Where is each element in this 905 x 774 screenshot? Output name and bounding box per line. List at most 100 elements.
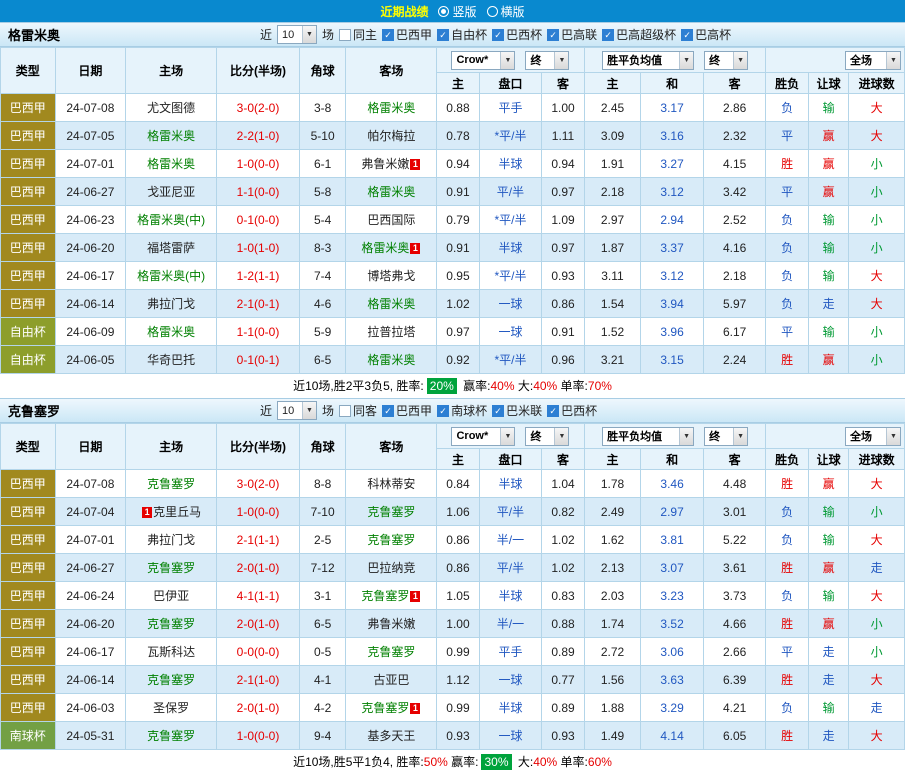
result-flag: 负 xyxy=(766,526,808,554)
layout-radio-horizontal[interactable]: 横版 xyxy=(487,3,525,20)
col-date: 日期 xyxy=(55,424,126,470)
odds-home: 0.86 xyxy=(437,526,479,554)
filters-bar: 近 10▼ 场 同主 ✓巴西甲✓自由杯✓巴西杯✓巴高联✓巴高超级杯✓巴高杯 xyxy=(260,25,731,44)
checkbox-checked-icon[interactable]: ✓ xyxy=(547,405,559,417)
chevron-down-icon: ▼ xyxy=(302,402,316,419)
team-section-cruzeiro: 克鲁塞罗 近 10▼ 场 同客 ✓巴西甲✓南球杯✓巴米联✓巴西杯 xyxy=(0,398,905,774)
match-score: 2-1(1-0) xyxy=(217,666,300,694)
match-count-select[interactable]: 10▼ xyxy=(277,401,317,420)
avg-source-select[interactable]: 胜平负均值▼ xyxy=(602,427,694,446)
corners: 3-1 xyxy=(299,582,345,610)
result-flag: 负 xyxy=(766,234,808,262)
result-flag: 胜 xyxy=(766,666,808,694)
checkbox-unchecked-icon[interactable] xyxy=(339,405,351,417)
col-avg-draw: 和 xyxy=(641,73,704,94)
league-filter[interactable]: ✓巴西甲 xyxy=(382,402,432,419)
summary-bar: 近10场,胜2平3负5, 胜率:20% 赢率:40% 大:40% 单率:70% xyxy=(0,374,905,398)
radio-unselected-icon[interactable] xyxy=(487,6,498,17)
league-filter[interactable]: ✓巴西杯 xyxy=(492,26,542,43)
radio-selected-icon[interactable] xyxy=(438,6,449,17)
match-type: 巴西甲 xyxy=(1,206,56,234)
chevron-down-icon: ▼ xyxy=(886,52,900,69)
avg-home-odds: 2.97 xyxy=(584,206,641,234)
checkbox-checked-icon[interactable]: ✓ xyxy=(382,405,394,417)
avg-draw-odds: 4.14 xyxy=(641,722,704,750)
match-type: 南球杯 xyxy=(1,722,56,750)
checkbox-checked-icon[interactable]: ✓ xyxy=(492,29,504,41)
team-name-text: 格雷米奥 xyxy=(367,101,415,115)
select-value: 胜平负均值 xyxy=(607,52,662,68)
summary-text: 大: xyxy=(515,755,534,769)
scope-select[interactable]: 全场▼ xyxy=(845,427,901,446)
away-team: 格雷米奥 xyxy=(346,94,437,122)
match-score: 0-0(0-0) xyxy=(217,638,300,666)
avg-final-select[interactable]: 终▼ xyxy=(704,51,748,70)
team-name-text: 克鲁塞罗 xyxy=(361,589,409,603)
match-count-select[interactable]: 10▼ xyxy=(277,25,317,44)
league-filter[interactable]: ✓巴高联 xyxy=(547,26,597,43)
select-value: 胜平负均值 xyxy=(607,428,662,444)
home-team: 戈亚尼亚 xyxy=(126,178,217,206)
match-type: 巴西甲 xyxy=(1,234,56,262)
match-type: 巴西甲 xyxy=(1,94,56,122)
checkbox-checked-icon[interactable]: ✓ xyxy=(437,29,449,41)
avg-source-select[interactable]: 胜平负均值▼ xyxy=(602,51,694,70)
same-venue-filter[interactable]: 同主 xyxy=(339,26,377,43)
odds-final-select[interactable]: 终▼ xyxy=(525,51,569,70)
avg-draw-odds: 3.52 xyxy=(641,610,704,638)
checkbox-checked-icon[interactable]: ✓ xyxy=(602,29,614,41)
match-type: 巴西甲 xyxy=(1,178,56,206)
match-row: 巴西甲24-06-17瓦斯科达0-0(0-0)0-5克鲁塞罗0.99平手0.89… xyxy=(1,638,905,666)
match-type: 巴西甲 xyxy=(1,262,56,290)
goals-flag: 大 xyxy=(849,666,905,694)
odds-away: 0.89 xyxy=(542,694,584,722)
match-score: 2-0(1-0) xyxy=(217,554,300,582)
corners: 0-5 xyxy=(299,638,345,666)
league-filter[interactable]: ✓南球杯 xyxy=(437,402,487,419)
team-name-text: 克鲁塞罗 xyxy=(147,561,195,575)
avg-home-odds: 3.21 xyxy=(584,346,641,374)
summary-text: 60% xyxy=(588,755,612,769)
avg-away-odds: 3.73 xyxy=(703,582,766,610)
goals-flag: 大 xyxy=(849,94,905,122)
match-type: 巴西甲 xyxy=(1,582,56,610)
league-filter[interactable]: ✓巴高超级杯 xyxy=(602,26,676,43)
same-venue-filter[interactable]: 同客 xyxy=(339,402,377,419)
checkbox-checked-icon[interactable]: ✓ xyxy=(382,29,394,41)
league-filter[interactable]: ✓巴西杯 xyxy=(547,402,597,419)
odds-final-select[interactable]: 终▼ xyxy=(525,427,569,446)
match-type: 巴西甲 xyxy=(1,666,56,694)
odds-source-select[interactable]: Crow*▼ xyxy=(451,51,515,70)
match-score: 0-1(0-0) xyxy=(217,206,300,234)
odds-away: 1.11 xyxy=(542,122,584,150)
league-filter[interactable]: ✓巴西甲 xyxy=(382,26,432,43)
match-type: 巴西甲 xyxy=(1,554,56,582)
home-team: 克鲁塞罗 xyxy=(126,722,217,750)
checkbox-checked-icon[interactable]: ✓ xyxy=(547,29,559,41)
layout-radio-vertical[interactable]: 竖版 xyxy=(438,3,476,20)
games-label: 场 xyxy=(322,26,334,43)
goals-flag: 大 xyxy=(849,470,905,498)
match-type: 自由杯 xyxy=(1,346,56,374)
avg-away-odds: 2.18 xyxy=(703,262,766,290)
checkbox-checked-icon[interactable]: ✓ xyxy=(492,405,504,417)
avg-draw-odds: 3.81 xyxy=(641,526,704,554)
league-filter[interactable]: ✓巴高杯 xyxy=(681,26,731,43)
checkbox-unchecked-icon[interactable] xyxy=(339,29,351,41)
chevron-down-icon: ▼ xyxy=(500,52,514,69)
team-name-text: 格雷米奥 xyxy=(361,241,409,255)
home-team: 克鲁塞罗 xyxy=(126,470,217,498)
handicap-line: *平/半 xyxy=(479,206,542,234)
league-filter[interactable]: ✓自由杯 xyxy=(437,26,487,43)
league-filter[interactable]: ✓巴米联 xyxy=(492,402,542,419)
scope-select[interactable]: 全场▼ xyxy=(845,51,901,70)
odds-away: 0.82 xyxy=(542,498,584,526)
handicap-line: 半球 xyxy=(479,582,542,610)
avg-final-select[interactable]: 终▼ xyxy=(704,427,748,446)
odds-source-select[interactable]: Crow*▼ xyxy=(451,427,515,446)
avg-draw-odds: 3.46 xyxy=(641,470,704,498)
near-label: 近 xyxy=(260,402,272,419)
checkbox-checked-icon[interactable]: ✓ xyxy=(681,29,693,41)
match-date: 24-06-14 xyxy=(55,666,126,694)
checkbox-checked-icon[interactable]: ✓ xyxy=(437,405,449,417)
